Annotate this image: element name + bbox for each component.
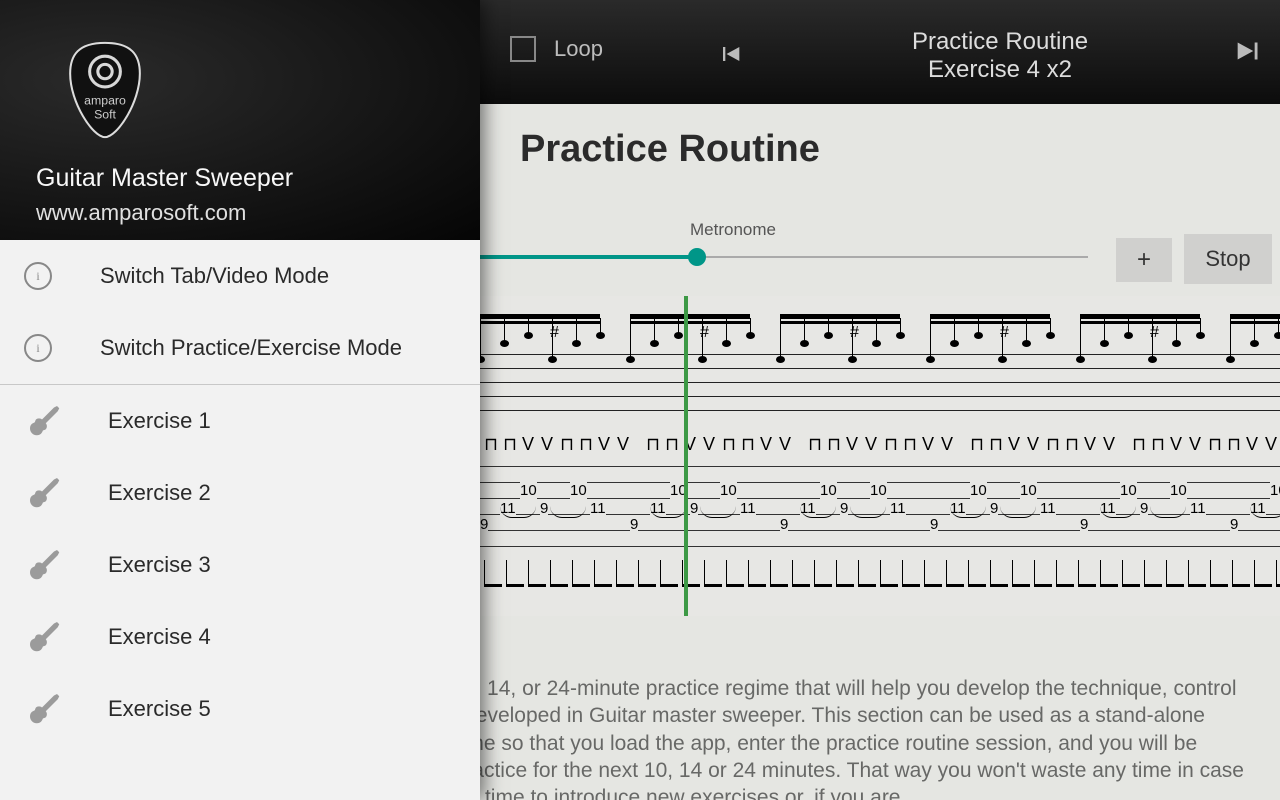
- plus-button[interactable]: +: [1116, 238, 1172, 282]
- header-title-line1: Practice Routine: [840, 28, 1160, 56]
- guitar-icon: [24, 619, 60, 655]
- header-title-line2: Exercise 4 x2: [840, 56, 1160, 84]
- navigation-drawer: amparo Soft Guitar Master Sweeper www.am…: [0, 0, 480, 800]
- menu-label: Switch Practice/Exercise Mode: [100, 335, 402, 361]
- menu-label: Exercise 5: [108, 696, 211, 722]
- info-icon: i: [24, 262, 52, 290]
- menu-exercise-2[interactable]: Exercise 2: [0, 457, 480, 529]
- menu-label: Exercise 3: [108, 552, 211, 578]
- svg-text:Soft: Soft: [94, 108, 116, 122]
- header-title: Practice Routine Exercise 4 x2: [840, 28, 1160, 84]
- stop-button[interactable]: Stop: [1184, 234, 1272, 284]
- loop-label: Loop: [554, 36, 603, 62]
- menu-label: Exercise 4: [108, 624, 211, 650]
- guitar-icon: [24, 547, 60, 583]
- menu-label: Exercise 2: [108, 480, 211, 506]
- menu-label: Exercise 1: [108, 408, 211, 434]
- menu-exercise-4[interactable]: Exercise 4: [0, 601, 480, 673]
- menu-exercise-5[interactable]: Exercise 5: [0, 673, 480, 745]
- page-title: Practice Routine: [520, 128, 820, 171]
- menu-exercise-3[interactable]: Exercise 3: [0, 529, 480, 601]
- playhead: [684, 296, 688, 616]
- guitar-icon: [24, 403, 60, 439]
- menu-switch-practice-exercise[interactable]: i Switch Practice/Exercise Mode: [0, 312, 480, 384]
- slider-thumb[interactable]: [688, 248, 706, 266]
- guitar-icon: [24, 475, 60, 511]
- loop-toggle[interactable]: Loop: [510, 36, 603, 62]
- menu-exercise-1[interactable]: Exercise 1: [0, 385, 480, 457]
- drawer-list: i Switch Tab/Video Mode i Switch Practic…: [0, 240, 480, 745]
- svg-text:amparo: amparo: [84, 93, 126, 107]
- next-button[interactable]: [1232, 34, 1266, 73]
- info-icon: i: [24, 334, 52, 362]
- guitar-icon: [24, 691, 60, 727]
- drawer-header: amparo Soft Guitar Master Sweeper www.am…: [0, 0, 480, 240]
- menu-label: Switch Tab/Video Mode: [100, 263, 329, 289]
- app-title: Guitar Master Sweeper: [36, 164, 293, 193]
- app-logo-icon: amparo Soft: [64, 36, 146, 149]
- metronome-label: Metronome: [690, 220, 776, 240]
- menu-switch-tab-video[interactable]: i Switch Tab/Video Mode: [0, 240, 480, 312]
- previous-button[interactable]: [716, 40, 744, 73]
- app-url: www.amparosoft.com: [36, 200, 246, 226]
- loop-checkbox[interactable]: [510, 36, 536, 62]
